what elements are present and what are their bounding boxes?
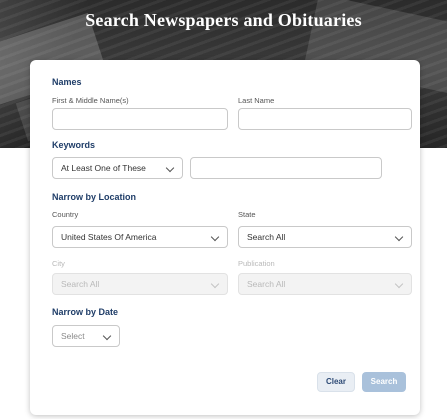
chevron-down-icon <box>165 163 175 173</box>
state-value: Search All <box>247 232 286 242</box>
clear-button[interactable]: Clear <box>317 372 355 392</box>
date-select[interactable]: Select <box>52 325 120 347</box>
city-value: Search All <box>61 279 100 289</box>
page-title: Search Newspapers and Obituaries <box>85 10 362 30</box>
city-label: City <box>52 259 65 268</box>
names-section-title: Names <box>52 77 82 87</box>
publication-label: Publication <box>238 259 275 268</box>
chevron-down-icon <box>394 279 404 289</box>
publication-value: Search All <box>247 279 286 289</box>
keyword-input[interactable] <box>190 157 382 179</box>
chevron-down-icon <box>394 232 404 242</box>
state-select[interactable]: Search All <box>238 226 412 248</box>
city-select: Search All <box>52 273 228 295</box>
country-select[interactable]: United States Of America <box>52 226 228 248</box>
publication-select: Search All <box>238 273 412 295</box>
country-value: United States Of America <box>61 232 157 242</box>
chevron-down-icon <box>102 331 112 341</box>
keyword-mode-value: At Least One of These <box>61 163 146 173</box>
location-section-title: Narrow by Location <box>52 192 137 202</box>
state-label: State <box>238 210 256 219</box>
country-label: Country <box>52 210 79 219</box>
first-name-input[interactable] <box>52 108 228 130</box>
last-name-input[interactable] <box>238 108 412 130</box>
chevron-down-icon <box>210 232 220 242</box>
date-section-title: Narrow by Date <box>52 307 119 317</box>
search-form-card: Names First & Middle Name(s) Last Name K… <box>30 60 420 415</box>
chevron-down-icon <box>210 279 220 289</box>
last-name-label: Last Name <box>238 96 275 105</box>
date-value: Select <box>61 331 85 341</box>
search-button[interactable]: Search <box>362 372 406 392</box>
first-name-label: First & Middle Name(s) <box>52 96 129 105</box>
keywords-section-title: Keywords <box>52 140 96 150</box>
keyword-mode-select[interactable]: At Least One of These <box>52 157 183 179</box>
